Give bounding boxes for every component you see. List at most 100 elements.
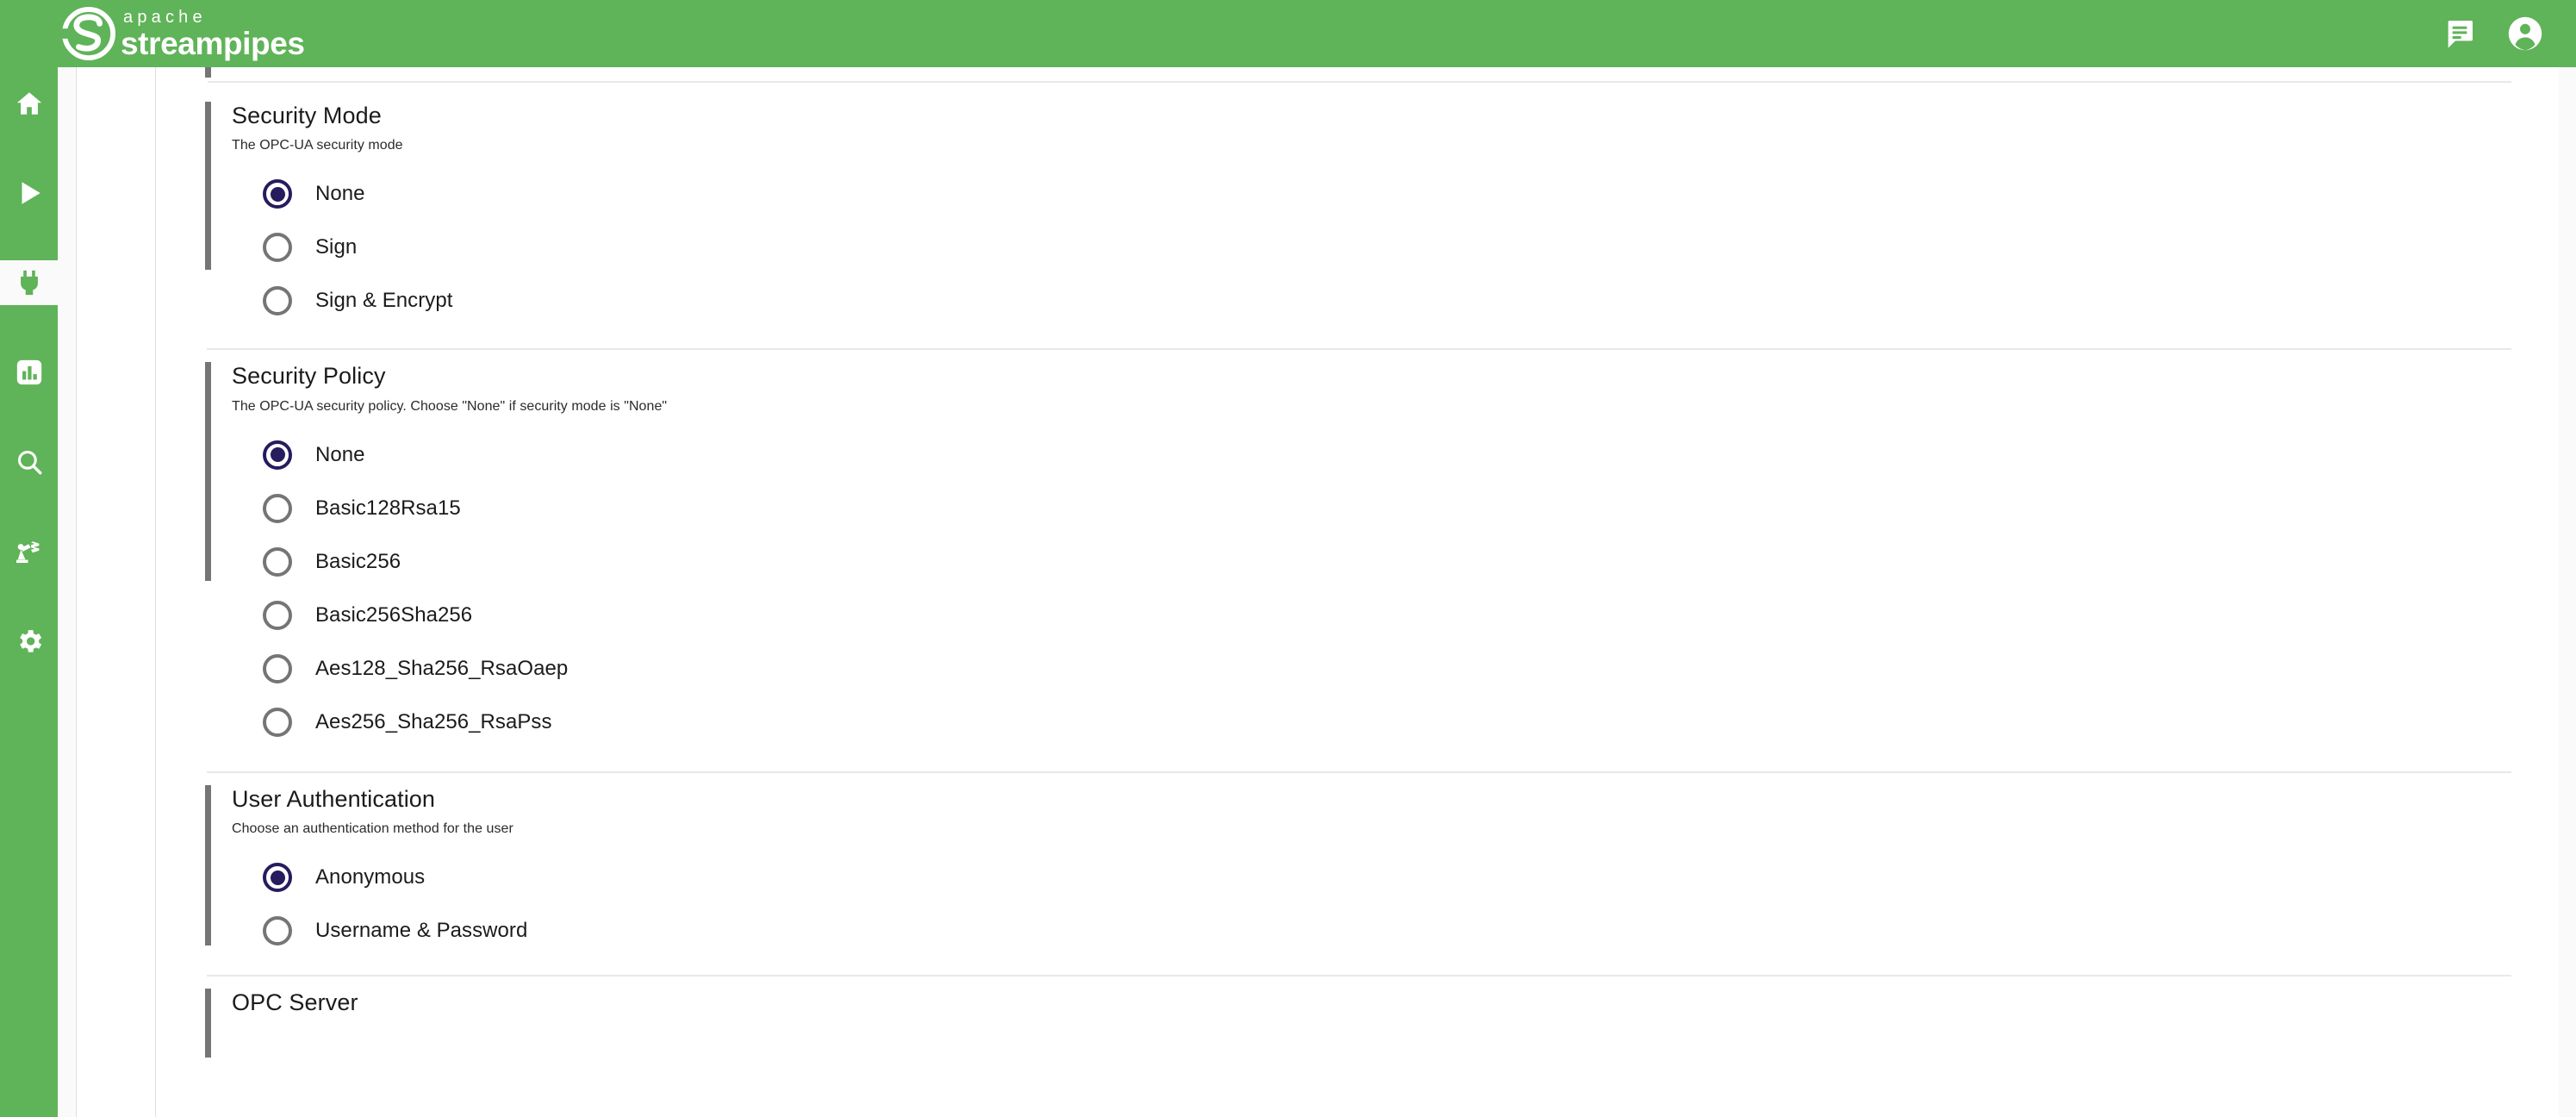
section-description: The OPC-UA security mode — [232, 138, 403, 153]
plug-icon — [20, 270, 38, 296]
radio-option-sign[interactable]: Sign — [263, 221, 2559, 274]
radio-option-basic256sha256[interactable]: Basic256Sha256 — [263, 589, 2559, 642]
radio-mark — [263, 286, 292, 316]
section-opc-server: OPC Server — [156, 989, 2559, 1058]
radio-mark — [263, 179, 292, 209]
top-navigation-bar: apache streampipes — [0, 0, 2576, 67]
sidebar-item-explore[interactable] — [0, 440, 58, 484]
radio-dot — [271, 240, 285, 255]
section-accent-bar — [205, 989, 211, 1058]
radio-mark — [263, 600, 292, 630]
section-divider — [207, 975, 2511, 977]
radio-option-anonymous[interactable]: Anonymous — [263, 851, 2559, 904]
sidebar-item-home[interactable] — [0, 81, 58, 126]
sidebar-gap-4 — [0, 395, 58, 440]
section-accent-bar — [205, 784, 211, 945]
sidebar-gap-3 — [0, 305, 58, 350]
radio-dot — [271, 608, 285, 622]
search-icon — [17, 450, 41, 475]
radio-label: None — [315, 182, 365, 206]
section-accent-bar — [205, 102, 211, 270]
section-security-mode: Security Mode The OPC-UA security mode N… — [156, 102, 2559, 328]
radio-option-aes128-sha256-rsaoaep[interactable]: Aes128_Sha256_RsaOaep — [263, 642, 2559, 696]
radio-group-security-mode: None Sign Sign & Encrypt — [232, 167, 2559, 328]
messages-icon[interactable] — [2435, 9, 2485, 59]
logo-streampipes-text: streampipes — [121, 25, 305, 61]
radio-dot — [271, 294, 285, 309]
radio-dot — [271, 715, 285, 729]
radio-mark — [263, 546, 292, 577]
right-page-edge — [2559, 67, 2576, 1117]
sidebar-item-assets[interactable] — [0, 529, 58, 574]
section-divider — [207, 771, 2511, 773]
sidebar-item-connect[interactable] — [0, 260, 58, 305]
radio-mark — [263, 863, 292, 893]
play-icon — [22, 182, 40, 204]
radio-label: Sign & Encrypt — [315, 289, 453, 313]
section-title: Security Policy — [232, 363, 386, 390]
sidebar-item-pipelines[interactable] — [0, 171, 58, 215]
section-accent-bar — [205, 362, 211, 582]
radio-option-aes256-sha256-rsapss[interactable]: Aes256_Sha256_RsaPss — [263, 696, 2559, 749]
radio-label: Username & Password — [315, 919, 528, 943]
sidebar-gap-5 — [0, 484, 58, 529]
radio-label: Basic256 — [315, 549, 401, 573]
radio-mark — [263, 493, 292, 523]
account-icon[interactable] — [2500, 9, 2550, 59]
radio-dot — [271, 501, 285, 515]
account-icon-glyph — [2508, 16, 2542, 51]
radio-label: None — [315, 442, 365, 466]
section-accent-bar-partial — [205, 67, 211, 78]
logo-wordmark: apache streampipes — [121, 9, 305, 59]
radio-option-username-password[interactable]: Username & Password — [263, 904, 2559, 958]
section-title: Security Mode — [232, 103, 382, 128]
radio-mark — [263, 233, 292, 263]
radio-label: Anonymous — [315, 865, 426, 889]
radio-dot — [271, 661, 285, 676]
radio-label: Aes128_Sha256_RsaOaep — [315, 656, 569, 680]
sidebar-gap-6 — [0, 574, 58, 619]
section-divider — [207, 348, 2511, 351]
sidebar-item-configuration[interactable] — [0, 619, 58, 664]
section-divider-partial — [208, 81, 2511, 83]
radio-option-none[interactable]: None — [263, 428, 2559, 482]
robot-arm-icon — [16, 541, 39, 564]
radio-label: Basic128Rsa15 — [315, 496, 461, 520]
configuration-form: Security Mode The OPC-UA security mode N… — [156, 67, 2559, 1117]
panel-divider-left — [76, 67, 77, 1117]
radio-label: Basic256Sha256 — [315, 602, 473, 627]
streampipes-logo-icon — [62, 7, 115, 60]
radio-dot — [270, 186, 285, 202]
radio-group-user-authentication: Anonymous Username & Password — [232, 851, 2559, 958]
radio-dot — [271, 554, 285, 569]
section-partial-above — [156, 67, 2559, 102]
radio-option-basic128rsa15[interactable]: Basic128Rsa15 — [263, 482, 2559, 535]
sidebar-gap-2 — [0, 215, 58, 260]
topbar-actions — [2419, 9, 2550, 59]
messages-icon-glyph — [2448, 21, 2473, 48]
radio-label: Aes256_Sha256_RsaPss — [315, 709, 552, 733]
radio-dot — [270, 447, 285, 463]
radio-option-none[interactable]: None — [263, 167, 2559, 221]
section-user-authentication: User Authentication Choose an authentica… — [156, 784, 2559, 958]
radio-mark — [263, 916, 292, 946]
sidebar-item-dashboard[interactable] — [0, 350, 58, 395]
section-title: OPC Server — [232, 989, 358, 1016]
app-logo[interactable]: apache streampipes — [62, 7, 305, 60]
section-title: User Authentication — [232, 785, 436, 812]
radio-label: Sign — [315, 235, 358, 259]
logo-apache-text: apache — [123, 7, 207, 27]
radio-option-sign-encrypt[interactable]: Sign & Encrypt — [263, 274, 2559, 328]
sidebar-gap-1 — [0, 126, 58, 171]
radio-option-basic256[interactable]: Basic256 — [263, 535, 2559, 589]
radio-mark — [263, 707, 292, 737]
radio-group-security-policy: None Basic128Rsa15 Basic256 Basic256Sha2… — [232, 428, 2559, 749]
chart-bar-icon — [16, 359, 41, 385]
radio-mark — [263, 653, 292, 683]
rail-side-strip — [58, 67, 76, 1117]
home-icon — [16, 92, 41, 115]
gear-icon — [19, 630, 41, 652]
section-description: Choose an authentication method for the … — [232, 821, 513, 837]
sidebar-navigation — [0, 67, 58, 1117]
radio-dot — [270, 870, 285, 885]
